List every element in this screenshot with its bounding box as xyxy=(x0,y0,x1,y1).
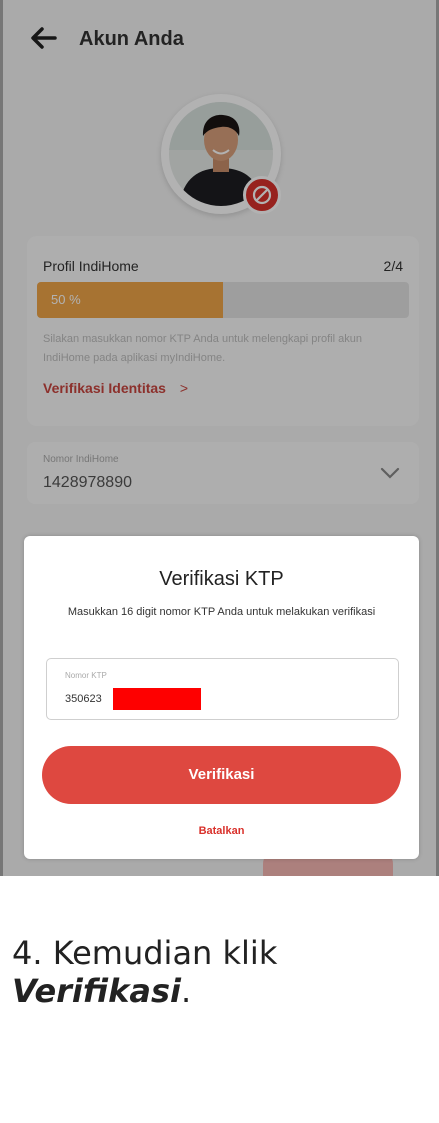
ktp-input-label: Nomor KTP xyxy=(65,671,107,680)
dialog-description: Masukkan 16 digit nomor KTP Anda untuk m… xyxy=(67,606,376,618)
dialog-title: Verifikasi KTP xyxy=(159,568,284,590)
caption-suffix: . xyxy=(180,972,192,1010)
phone-screen: Akun Anda Profil IndiHome 2/4 50 % Silak… xyxy=(0,0,439,876)
caption-bold: Verifikasi xyxy=(12,972,181,1010)
instruction-caption: 4. Kemudian klik Verifikasi. xyxy=(12,934,439,1010)
ktp-verification-dialog: Verifikasi KTP Masukkan 16 digit nomor K… xyxy=(24,536,419,859)
ktp-input[interactable]: Nomor KTP 350623 xyxy=(46,658,399,720)
ktp-input-value: 350623 xyxy=(65,693,102,705)
verify-button[interactable]: Verifikasi xyxy=(42,746,401,804)
caption-prefix: 4. Kemudian klik xyxy=(12,934,278,972)
redaction-box xyxy=(113,688,201,710)
cancel-link[interactable]: Batalkan xyxy=(24,825,419,837)
